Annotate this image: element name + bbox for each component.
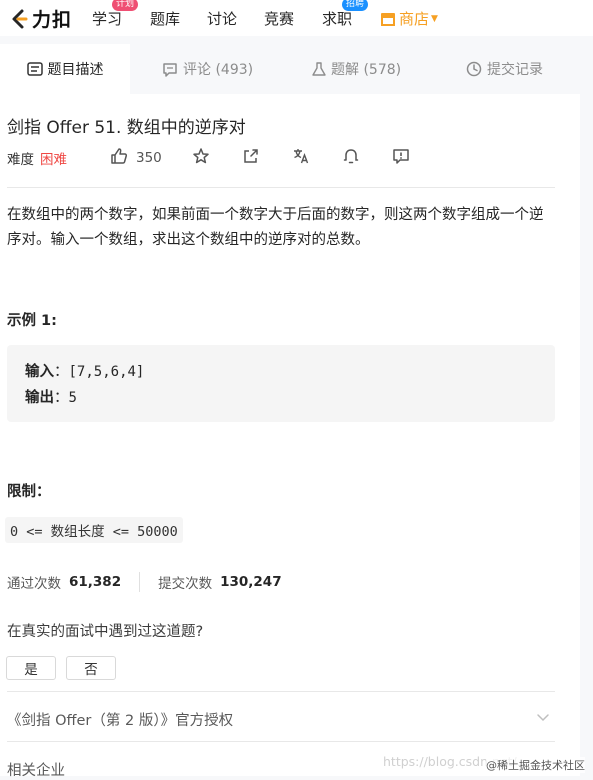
- divider: [7, 741, 555, 742]
- flask-icon: [312, 61, 326, 76]
- tab-description-label: 题目描述: [47, 62, 104, 78]
- leetcode-logo-icon: [12, 9, 28, 28]
- difficulty-label: 难度: [7, 152, 34, 168]
- logo-text: 力扣: [32, 9, 73, 31]
- nav-item-contest[interactable]: 竞赛: [264, 8, 294, 29]
- nav-item-study[interactable]: 学习: [92, 8, 122, 29]
- difficulty-row: 难度 困难: [7, 147, 67, 169]
- share-icon[interactable]: [242, 147, 260, 165]
- no-button[interactable]: 否: [66, 656, 116, 680]
- thumbs-up-icon[interactable]: [110, 147, 128, 165]
- tab-description[interactable]: 题目描述: [0, 44, 130, 94]
- interview-question: 在真实的面试中遇到过这道题?: [7, 624, 204, 640]
- stats-row: 通过次数 61,382 提交次数 130,247: [7, 572, 282, 592]
- comment-icon: [163, 62, 177, 77]
- likes-count: 350: [136, 150, 162, 166]
- nav-item-problems[interactable]: 题库: [150, 8, 180, 29]
- top-navbar: 力扣 学习 计划 题库 讨论 竞赛 求职 招聘 商店 ▼: [0, 0, 593, 36]
- stats-separator: [139, 572, 141, 592]
- yes-button[interactable]: 是: [6, 656, 56, 680]
- feedback-icon[interactable]: [392, 147, 410, 165]
- tab-submissions[interactable]: 提交记录: [466, 44, 543, 94]
- store-icon: [381, 12, 395, 26]
- related-companies[interactable]: 相关企业: [7, 759, 65, 780]
- badge-plan: 计划: [112, 0, 139, 11]
- problem-description: 在数组中的两个数字，如果前面一个数字大于后面的数字，则这两个数字组成一个逆序对。…: [7, 207, 544, 248]
- document-icon: [26, 62, 43, 76]
- limit-code: 0 <= 数组长度 <= 50000: [5, 517, 183, 543]
- divider: [7, 187, 555, 188]
- tab-solutions-label: 题解 (578): [331, 62, 402, 78]
- example-output-label: 输出: [25, 390, 54, 406]
- submitted-label: 提交次数: [158, 576, 213, 592]
- clock-icon: [466, 61, 482, 77]
- nav-item-store[interactable]: 商店 ▼: [380, 8, 438, 29]
- problem-tabs: 题目描述 评论 (493) 题解 (578) 提交记录: [0, 44, 593, 94]
- chevron-down-icon[interactable]: [536, 710, 550, 724]
- example-output-line: 输出：5: [25, 390, 77, 406]
- watermark-community: @稀土掘金技术社区: [486, 757, 585, 773]
- source-accordion[interactable]: 《剑指 Offer（第 2 版）》官方授权: [7, 709, 233, 730]
- accepted-label: 通过次数: [7, 576, 61, 592]
- nav-item-jobs[interactable]: 求职: [322, 8, 352, 29]
- tab-solutions[interactable]: 题解 (578): [312, 44, 401, 94]
- example-output-value: 5: [68, 390, 77, 406]
- tab-comments[interactable]: 评论 (493): [162, 44, 253, 94]
- tab-submissions-label: 提交记录: [487, 62, 543, 78]
- difficulty-value: 困难: [40, 152, 67, 168]
- divider: [7, 691, 555, 692]
- problem-title: 剑指 Offer 51. 数组中的逆序对: [7, 118, 246, 138]
- tab-comments-label: 评论 (493): [183, 62, 254, 78]
- example-input-value: [7,5,6,4]: [68, 364, 145, 380]
- caret-down-icon: ▼: [431, 13, 438, 24]
- badge-hiring: 招聘: [342, 0, 369, 11]
- bell-icon[interactable]: [342, 147, 360, 165]
- nav-item-discuss[interactable]: 讨论: [207, 8, 237, 29]
- translate-icon[interactable]: [292, 147, 310, 165]
- example-input-line: 输入：[7,5,6,4]: [25, 364, 145, 380]
- star-icon[interactable]: [192, 147, 210, 165]
- example-input-label: 输入: [25, 364, 54, 380]
- submitted-count: 130,247: [220, 574, 282, 590]
- store-label: 商店: [399, 10, 430, 28]
- example-block: 输入：[7,5,6,4] 输出：5: [7, 345, 555, 422]
- example-title: 示例 1:: [7, 313, 57, 329]
- limit-title: 限制：: [7, 484, 51, 500]
- logo[interactable]: 力扣: [8, 5, 72, 32]
- accepted-count: 61,382: [69, 574, 122, 590]
